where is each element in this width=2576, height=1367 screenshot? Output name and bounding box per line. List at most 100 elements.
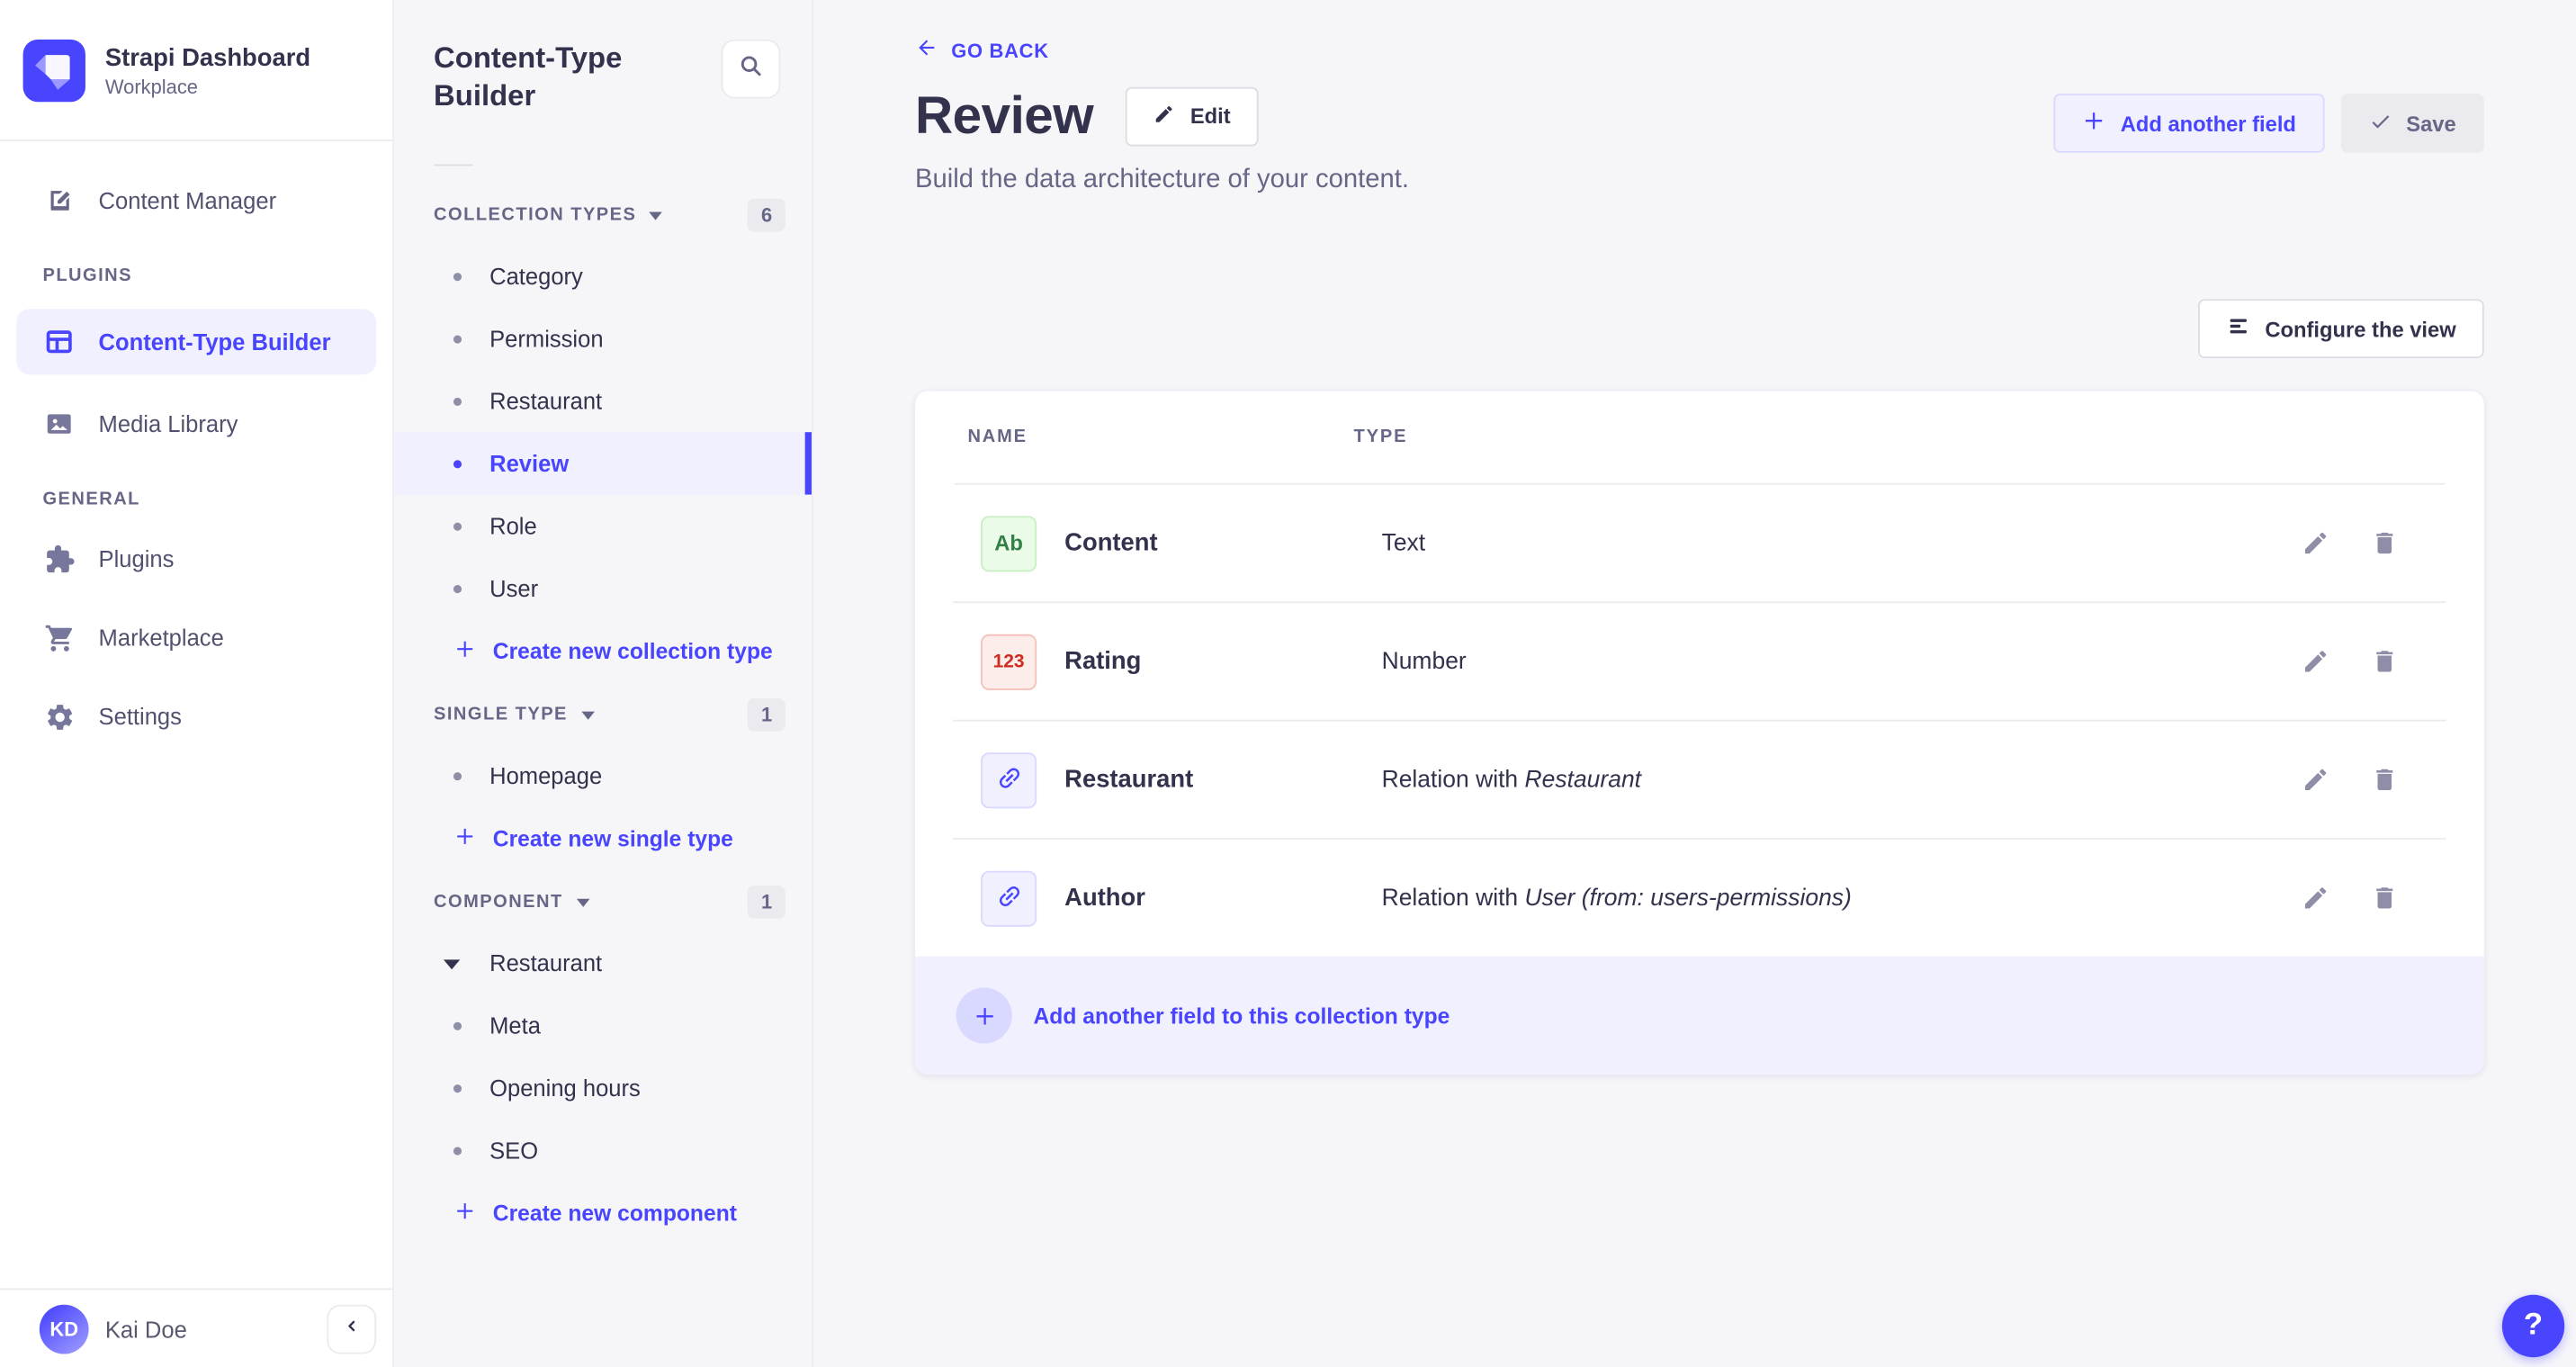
- plus-icon: [453, 824, 477, 852]
- edit-field-button[interactable]: [2300, 646, 2329, 676]
- bullet-icon: [453, 1022, 462, 1030]
- sidebar-item-label: Content-Type Builder: [99, 328, 331, 355]
- edit-field-button[interactable]: [2300, 528, 2329, 558]
- go-back-link[interactable]: GO BACK: [915, 36, 1049, 64]
- puzzle-icon: [42, 543, 76, 576]
- create-collection-type-link[interactable]: Create new collection type: [394, 619, 812, 681]
- sidebar-item-label: Settings: [99, 703, 182, 729]
- collapse-sidebar-button[interactable]: [327, 1304, 376, 1354]
- table-row-restaurant[interactable]: Restaurant Relation with Restaurant: [915, 720, 2484, 838]
- sidebar-item-plugins[interactable]: Plugins: [16, 529, 376, 589]
- field-type: Relation with Restaurant: [1382, 767, 2301, 793]
- collection-item-role[interactable]: Role: [394, 495, 812, 557]
- sidebar-nav: Content Manager PLUGINS Content-Type Bui…: [0, 171, 392, 746]
- edit-field-button[interactable]: [2300, 883, 2329, 913]
- bullet-icon: [453, 585, 462, 593]
- single-item-homepage[interactable]: Homepage: [394, 744, 812, 806]
- create-single-type-link[interactable]: Create new single type: [394, 807, 812, 869]
- caret-down-icon: [576, 898, 589, 906]
- collection-item-review[interactable]: Review: [394, 432, 812, 494]
- delete-field-button[interactable]: [2369, 646, 2399, 676]
- configure-view-button[interactable]: Configure the view: [2198, 299, 2484, 358]
- text-field-badge: Ab: [981, 515, 1037, 571]
- single-type-header[interactable]: SINGLE TYPE 1: [434, 695, 785, 734]
- help-button[interactable]: ?: [2502, 1295, 2564, 1357]
- caret-down-icon: [444, 959, 460, 969]
- table-row-content[interactable]: Ab Content Text: [915, 485, 2484, 602]
- item-label: Homepage: [489, 762, 602, 788]
- component-item-meta[interactable]: Meta: [394, 994, 812, 1057]
- add-field-to-collection-button[interactable]: Add another field to this collection typ…: [915, 957, 2484, 1075]
- sidebar-item-label: Plugins: [99, 545, 175, 571]
- add-another-field-button[interactable]: Add another field: [2053, 94, 2324, 153]
- edit-field-button[interactable]: [2300, 765, 2329, 795]
- sidebar-section-general: GENERAL: [16, 490, 376, 509]
- app-title: Strapi Dashboard: [105, 42, 310, 74]
- item-label: Permission: [489, 326, 603, 352]
- collection-types-header[interactable]: COLLECTION TYPES 6: [434, 195, 785, 235]
- table-row-author[interactable]: Author Relation with User (from: users-p…: [915, 838, 2484, 956]
- app-window: Strapi Dashboard Workplace Content Manag…: [0, 0, 2576, 1367]
- item-label: User: [489, 575, 538, 601]
- avatar: KD: [40, 1304, 89, 1354]
- field-name: Rating: [1064, 647, 1381, 675]
- bullet-icon: [453, 523, 462, 531]
- component-item-restaurant[interactable]: Restaurant: [394, 931, 812, 994]
- component-list: Restaurant Meta Opening hours SEO: [394, 931, 812, 1182]
- sidebar-item-content-manager[interactable]: Content Manager: [16, 171, 376, 230]
- header-actions: Add another field Save: [2053, 94, 2484, 153]
- collection-item-category[interactable]: Category: [394, 245, 812, 307]
- pencil-icon: [1154, 103, 1176, 129]
- create-link-label: Create new collection type: [493, 638, 773, 662]
- add-field-footer-label: Add another field to this collection typ…: [1033, 1003, 1450, 1028]
- page-title-row: Review Edit: [915, 85, 1259, 147]
- row-actions: [2300, 528, 2399, 558]
- delete-field-button[interactable]: [2369, 883, 2399, 913]
- image-icon: [42, 408, 76, 441]
- field-name: Restaurant: [1064, 766, 1381, 794]
- sidebar-item-label: Content Manager: [99, 187, 277, 213]
- bullet-icon: [453, 460, 462, 468]
- collection-types-list: Category Permission Restaurant Review Ro…: [394, 245, 812, 619]
- page-subtitle: Build the data architecture of your cont…: [915, 166, 1409, 195]
- column-header-name: NAME: [967, 427, 1353, 447]
- configure-view-label: Configure the view: [2265, 316, 2455, 340]
- table-row-rating[interactable]: 123 Rating Number: [915, 601, 2484, 719]
- edit-button[interactable]: Edit: [1126, 86, 1259, 146]
- bullet-icon: [453, 772, 462, 780]
- component-header[interactable]: COMPONENT 1: [434, 883, 785, 922]
- item-label: Category: [489, 263, 583, 289]
- chevron-left-icon: [342, 1314, 362, 1344]
- link-icon: [995, 882, 1023, 915]
- collection-item-user[interactable]: User: [394, 557, 812, 619]
- create-component-link[interactable]: Create new component: [394, 1182, 812, 1244]
- cart-icon: [42, 621, 76, 654]
- bullet-icon: [453, 273, 462, 281]
- component-item-seo[interactable]: SEO: [394, 1119, 812, 1181]
- number-field-badge: 123: [981, 634, 1037, 689]
- collection-item-restaurant[interactable]: Restaurant: [394, 370, 812, 432]
- sidebar-item-media-library[interactable]: Media Library: [16, 394, 376, 454]
- gear-icon: [42, 700, 76, 733]
- brand-divider: [0, 139, 392, 141]
- plus-icon: [453, 1199, 477, 1227]
- save-button[interactable]: Save: [2340, 94, 2484, 153]
- plus-icon: [2081, 109, 2105, 139]
- delete-field-button[interactable]: [2369, 765, 2399, 795]
- sidebar-item-content-type-builder[interactable]: Content-Type Builder: [16, 309, 376, 374]
- item-label: Meta: [489, 1012, 541, 1039]
- item-label: Restaurant: [489, 388, 602, 414]
- component-item-opening-hours[interactable]: Opening hours: [394, 1057, 812, 1119]
- item-label: SEO: [489, 1138, 538, 1164]
- group-label: COLLECTION TYPES: [434, 205, 636, 225]
- group-label: COMPONENT: [434, 892, 563, 912]
- plus-icon: [956, 987, 1012, 1043]
- sidebar-item-marketplace[interactable]: Marketplace: [16, 608, 376, 668]
- sidebar-item-settings[interactable]: Settings: [16, 687, 376, 746]
- collection-item-permission[interactable]: Permission: [394, 307, 812, 369]
- delete-field-button[interactable]: [2369, 528, 2399, 558]
- main-content: GO BACK Review Edit Build the data archi…: [813, 0, 2576, 1367]
- search-icon: [738, 52, 764, 86]
- table-header: NAME TYPE: [915, 391, 2484, 483]
- search-button[interactable]: [722, 40, 781, 99]
